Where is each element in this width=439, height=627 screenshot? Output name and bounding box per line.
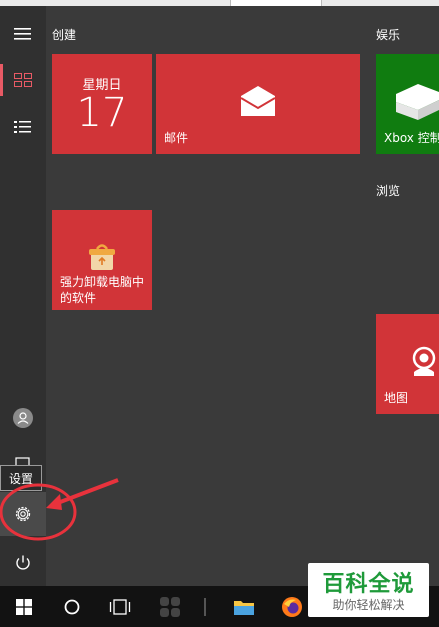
watermark-subtitle: 助你轻松解决	[332, 598, 405, 612]
cortana-button[interactable]	[48, 586, 96, 627]
group-label-entertainment: 娱乐	[376, 28, 401, 42]
tiles-grid-icon	[14, 73, 32, 87]
user-account-button[interactable]	[0, 396, 46, 440]
xbox-console-icon	[396, 84, 439, 120]
calendar-tile[interactable]: 星期日 17	[52, 54, 152, 154]
background-window-fragment	[230, 0, 322, 6]
mail-envelope-icon	[241, 86, 275, 116]
file-explorer-button[interactable]	[222, 586, 266, 627]
maps-tile-label: 地图	[384, 391, 409, 405]
list-icon	[14, 121, 31, 133]
group-label-create: 创建	[52, 28, 77, 42]
mail-tile-label: 邮件	[164, 131, 189, 145]
tiles-view-button[interactable]	[0, 58, 46, 102]
xbox-tile[interactable]: Xbox 控制	[376, 54, 439, 154]
group-label-browse: 浏览	[376, 184, 401, 198]
taskbar-app-dim[interactable]	[148, 586, 192, 627]
uninstaller-box-icon	[89, 244, 115, 270]
firefox-icon	[282, 596, 302, 617]
background-window-strip	[0, 0, 439, 6]
all-apps-button[interactable]	[0, 106, 46, 150]
task-view-button[interactable]	[96, 586, 144, 627]
app-dim-icon	[160, 596, 180, 617]
task-view-icon	[109, 598, 131, 615]
hamburger-icon	[14, 28, 31, 40]
map-pin-icon	[412, 346, 436, 376]
uninstaller-tile[interactable]: 强力卸载电脑中 的软件	[52, 210, 152, 310]
xbox-tile-label: Xbox 控制	[384, 131, 439, 145]
mail-tile[interactable]: 邮件	[156, 54, 360, 154]
windows-start-button[interactable]	[0, 586, 48, 627]
windows-logo-icon	[16, 598, 32, 615]
uninstaller-label-line1: 强力卸载电脑中	[60, 275, 145, 289]
watermark-badge: 百科全说 助你轻松解决	[308, 563, 429, 617]
watermark-title: 百科全说	[322, 572, 415, 597]
cortana-circle-icon	[64, 599, 80, 614]
calendar-day: 17	[76, 90, 128, 136]
maps-tile[interactable]: 地图	[376, 314, 439, 414]
power-icon	[16, 555, 30, 570]
taskbar-separator	[200, 586, 210, 627]
folder-icon	[234, 600, 254, 615]
annotation-arrow	[0, 478, 119, 541]
user-avatar-icon	[13, 408, 33, 428]
hamburger-menu-button[interactable]	[0, 12, 46, 56]
uninstaller-label-line2: 的软件	[60, 291, 97, 305]
